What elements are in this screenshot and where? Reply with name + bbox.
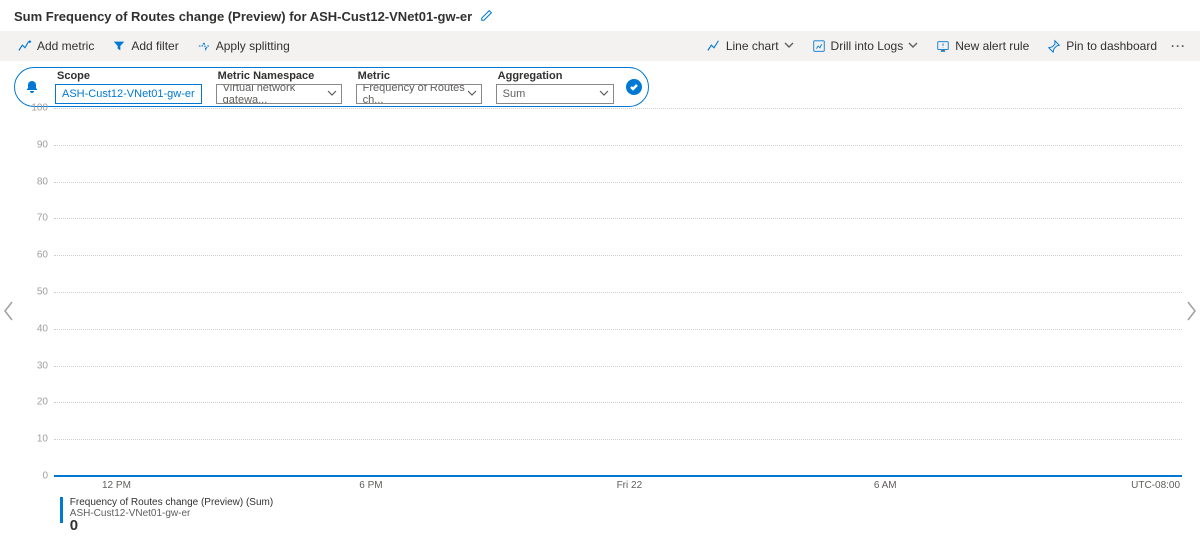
- legend-series-value: 0: [70, 520, 273, 531]
- metric-label: Metric: [358, 70, 482, 82]
- metric-namespace-label: Metric Namespace: [218, 70, 342, 82]
- add-filter-button[interactable]: Add filter: [104, 35, 186, 57]
- metric-config-pill: Scope ASH-Cust12-VNet01-gw-er Metric Nam…: [14, 67, 649, 107]
- y-tick-label: 50: [37, 287, 48, 298]
- y-tick-label: 10: [37, 434, 48, 445]
- metric-namespace-value: Virtual network gatewa...: [223, 84, 327, 104]
- title-row: Sum Frequency of Routes change (Preview)…: [0, 0, 1200, 31]
- new-alert-label: New alert rule: [955, 39, 1029, 53]
- grid-line: [54, 329, 1182, 330]
- x-tick-label: 12 PM: [54, 480, 359, 491]
- x-tick-label: 6 AM: [874, 480, 1131, 491]
- grid-line: [54, 145, 1182, 146]
- metric-select[interactable]: Frequency of Routes ch...: [356, 84, 482, 104]
- scope-resource-button[interactable]: ASH-Cust12-VNet01-gw-er: [55, 84, 202, 104]
- time-range-next-button[interactable]: [1184, 300, 1198, 325]
- grid-line: [54, 366, 1182, 367]
- pin-to-dashboard-button[interactable]: Pin to dashboard: [1039, 35, 1165, 57]
- timezone-label: UTC-08:00: [1131, 480, 1182, 491]
- grid-line: [54, 439, 1182, 440]
- chart-type-dropdown[interactable]: Line chart: [699, 35, 802, 57]
- y-tick-label: 100: [31, 103, 48, 114]
- legend-series-resource: ASH-Cust12-VNet01-gw-er: [70, 508, 273, 519]
- apply-splitting-label: Apply splitting: [216, 39, 290, 53]
- aggregation-select[interactable]: Sum: [496, 84, 614, 104]
- series-line: [54, 475, 1182, 477]
- more-actions-button[interactable]: ···: [1167, 39, 1190, 53]
- y-tick-label: 70: [37, 213, 48, 224]
- grid-line: [54, 218, 1182, 219]
- chevron-down-icon: [467, 88, 477, 101]
- chevron-down-icon: [908, 39, 918, 53]
- chart-type-label: Line chart: [726, 39, 779, 53]
- chevron-down-icon: [784, 39, 794, 53]
- chart-legend: Frequency of Routes change (Preview) (Su…: [60, 497, 1182, 531]
- chart-area: 0102030405060708090100 12 PM6 PMFri 226 …: [30, 108, 1182, 531]
- page-title: Sum Frequency of Routes change (Preview)…: [14, 9, 472, 24]
- new-alert-rule-button[interactable]: New alert rule: [928, 35, 1037, 57]
- pin-label: Pin to dashboard: [1066, 39, 1157, 53]
- chevron-down-icon: [599, 88, 609, 101]
- add-metric-label: Add metric: [37, 39, 94, 53]
- metric-namespace-select[interactable]: Virtual network gatewa...: [216, 84, 342, 104]
- add-filter-label: Add filter: [131, 39, 178, 53]
- y-tick-label: 60: [37, 250, 48, 261]
- y-tick-label: 90: [37, 139, 48, 150]
- grid-line: [54, 108, 1182, 109]
- edit-title-icon[interactable]: [480, 8, 494, 25]
- x-tick-label: 6 PM: [359, 480, 616, 491]
- grid-line: [54, 182, 1182, 183]
- aggregation-label: Aggregation: [498, 70, 614, 82]
- drill-logs-label: Drill into Logs: [831, 39, 904, 53]
- add-metric-button[interactable]: Add metric: [10, 35, 102, 57]
- x-axis: 12 PM6 PMFri 226 AMUTC-08:00: [54, 480, 1182, 491]
- plot-area[interactable]: 0102030405060708090100: [54, 108, 1182, 476]
- resource-bell-icon: [23, 78, 41, 96]
- apply-config-button[interactable]: [626, 79, 642, 95]
- metric-value: Frequency of Routes ch...: [363, 84, 467, 104]
- y-tick-label: 30: [37, 360, 48, 371]
- legend-color-swatch: [60, 497, 63, 523]
- metric-config-row: Scope ASH-Cust12-VNet01-gw-er Metric Nam…: [14, 67, 1200, 107]
- grid-line: [54, 292, 1182, 293]
- chevron-down-icon: [327, 88, 337, 101]
- y-tick-label: 20: [37, 397, 48, 408]
- x-tick-label: Fri 22: [617, 480, 874, 491]
- y-tick-label: 40: [37, 323, 48, 334]
- legend-series-name: Frequency of Routes change (Preview) (Su…: [70, 497, 273, 508]
- y-tick-label: 0: [42, 471, 48, 482]
- apply-splitting-button[interactable]: Apply splitting: [189, 35, 298, 57]
- aggregation-value: Sum: [503, 88, 526, 100]
- grid-line: [54, 402, 1182, 403]
- chart-toolbar: Add metric Add filter Apply splitting Li…: [0, 31, 1200, 61]
- y-tick-label: 80: [37, 176, 48, 187]
- drill-into-logs-button[interactable]: Drill into Logs: [804, 35, 927, 57]
- grid-line: [54, 255, 1182, 256]
- time-range-prev-button[interactable]: [2, 300, 16, 325]
- scope-label: Scope: [57, 70, 202, 82]
